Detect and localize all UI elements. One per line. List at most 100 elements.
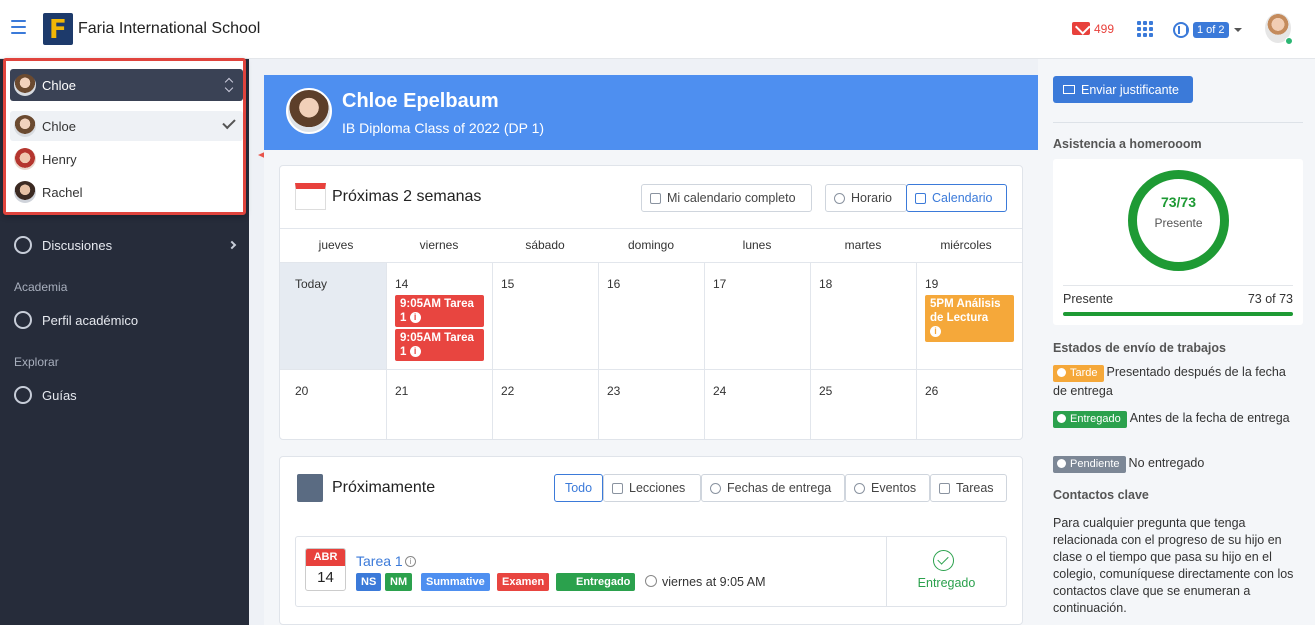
day-number: 19	[925, 277, 939, 291]
info-icon[interactable]: i	[409, 346, 421, 358]
calendar-view-button[interactable]: Calendario	[906, 184, 1007, 212]
grid-line	[810, 262, 811, 439]
button-label: Fechas de entrega	[727, 481, 832, 495]
day-number: 16	[607, 277, 621, 291]
info-icon[interactable]: i	[930, 326, 941, 338]
day-number: 26	[925, 384, 939, 398]
filter-due-dates[interactable]: Fechas de entrega	[701, 474, 845, 502]
chevron-right-icon[interactable]	[227, 240, 237, 250]
submitted-badge: Entregado	[1053, 411, 1127, 428]
divider	[1053, 122, 1303, 123]
tag-submitted: Entregado	[556, 573, 636, 591]
apps-grid-icon[interactable]	[1137, 21, 1153, 37]
child-selector-toggle[interactable]: Chloe	[10, 69, 243, 101]
task-title-link[interactable]: Tarea 1	[356, 553, 403, 569]
late-badge: Tarde	[1053, 365, 1104, 382]
filter-events[interactable]: Eventos	[845, 474, 930, 502]
sidebar-section-explorar: Explorar	[14, 355, 59, 369]
schedule-button[interactable]: Horario	[825, 184, 907, 212]
clock-icon	[834, 192, 845, 204]
sidebar-item-academic-profile[interactable]: Perfil académico	[14, 309, 138, 331]
family-icon[interactable]	[1173, 22, 1189, 38]
badge-label: Pendiente	[1070, 458, 1120, 470]
attendance-heading: Asistencia a homerooom	[1053, 137, 1202, 151]
event-suffix: 1	[400, 346, 407, 358]
mail-count[interactable]: 499	[1094, 22, 1114, 36]
weekday-header: miércoles	[940, 238, 992, 252]
upcoming-title: Próximamente	[332, 479, 436, 496]
school-name[interactable]: Faria International School	[78, 20, 260, 38]
day-number: 25	[819, 384, 833, 398]
event-title: Análisis	[956, 298, 1001, 310]
contacts-heading: Contactos clave	[1053, 488, 1149, 502]
calendar-icon	[650, 192, 661, 204]
sidebar-item-discussions[interactable]: Discusiones	[14, 234, 112, 256]
family-badge[interactable]: 1 of 2	[1193, 22, 1229, 38]
child-option-henry[interactable]: Henry	[10, 144, 243, 174]
grid-line	[598, 262, 599, 439]
info-icon[interactable]: i	[405, 556, 416, 567]
sidebar-item-label: Guías	[42, 387, 77, 403]
clock-icon	[1057, 459, 1066, 468]
sidebar-item-label: Perfil académico	[42, 312, 139, 328]
grid-line	[280, 262, 1022, 263]
tag-nm: NM	[385, 573, 413, 591]
grid-line	[280, 228, 1022, 229]
filter-all[interactable]: Todo	[554, 474, 603, 502]
clock-icon	[854, 482, 865, 494]
user-circle-icon	[14, 311, 32, 329]
day-number: 14	[395, 277, 409, 291]
envelope-icon	[1063, 85, 1075, 94]
filter-tasks[interactable]: Tareas	[930, 474, 1007, 502]
grid-line	[386, 262, 387, 439]
attendance-progress-bar	[1063, 312, 1293, 316]
child-option-rachel[interactable]: Rachel	[10, 177, 243, 207]
present-value: 73 of 73	[1247, 292, 1293, 306]
child-selector-current: Chloe	[42, 77, 76, 93]
logo-letter: F	[49, 15, 67, 45]
send-excuse-button[interactable]: Enviar justificante	[1053, 76, 1193, 103]
badge-label: Entregado	[1070, 413, 1121, 425]
sidebar-item-label: Discusiones	[42, 237, 113, 253]
calendar-event[interactable]: 9:05AM Tarea 1 i	[395, 329, 484, 361]
date-badge: ABR 14	[305, 548, 346, 591]
event-title: Tarea	[444, 298, 474, 310]
event-suffix: 1	[400, 312, 407, 324]
contacts-text: Para cualquier pregunta que tenga relaci…	[1053, 516, 1294, 615]
task-status-label: Entregado	[917, 576, 976, 590]
student-class: IB Diploma Class of 2022 (DP 1)	[342, 120, 545, 136]
full-calendar-button[interactable]: Mi calendario completo	[641, 184, 812, 212]
check-icon	[1057, 414, 1066, 423]
button-label: Horario	[851, 191, 892, 205]
calendar-icon	[939, 482, 950, 494]
calendar-event[interactable]: 5PM Análisis de Lectura i	[925, 295, 1014, 342]
legend-text: Antes de la fecha de entrega	[1129, 411, 1290, 425]
filter-lessons[interactable]: Lecciones	[603, 474, 701, 502]
day-number: 17	[713, 277, 727, 291]
check-circle-icon	[933, 550, 954, 571]
school-logo[interactable]: F	[43, 13, 73, 45]
child-avatar	[14, 115, 36, 137]
caret-down-icon[interactable]	[1234, 28, 1242, 32]
menu-icon[interactable]	[11, 20, 26, 34]
calendar-title: Próximas 2 semanas	[332, 188, 482, 205]
pending-badge: Pendiente	[1053, 456, 1126, 473]
child-avatar	[14, 148, 36, 170]
present-label: Presente	[1063, 292, 1114, 306]
info-icon[interactable]: i	[409, 312, 421, 324]
student-avatar	[286, 88, 332, 134]
badge-label: Tarde	[1070, 367, 1098, 379]
sidebar-item-guides[interactable]: Guías	[14, 384, 77, 406]
button-label: Eventos	[871, 481, 917, 495]
grid-line	[916, 262, 917, 439]
day-number: 23	[607, 384, 621, 398]
day-number: 18	[819, 277, 833, 291]
grid-line	[704, 262, 705, 439]
day-number: 24	[713, 384, 727, 398]
calendar-event[interactable]: 9:05AM Tarea 1 i	[395, 295, 484, 327]
up-down-chevron-icon	[225, 78, 233, 92]
weekday-header: domingo	[627, 238, 675, 252]
child-option-chloe[interactable]: Chloe	[10, 111, 243, 141]
mail-icon[interactable]	[1072, 22, 1090, 35]
child-avatar	[14, 74, 36, 96]
